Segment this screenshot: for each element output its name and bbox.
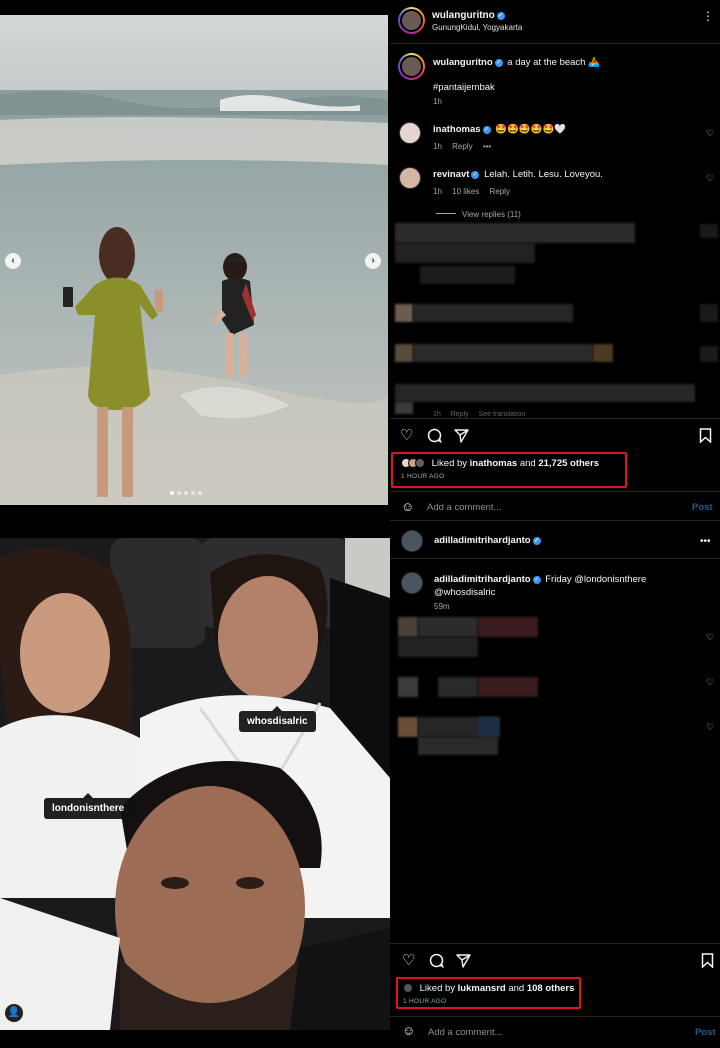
verified-badge-icon: ✓ [482,126,491,134]
comment-text: 🤩🤩🤩🤩🤩🤍 [495,124,567,135]
post2-post-button[interactable]: Post [695,1027,716,1038]
highlight-box [391,452,627,488]
post1-post-button[interactable]: Post [692,502,713,513]
post1-comment-input[interactable]: Add a comment... [427,502,501,513]
view-replies[interactable]: View replies (11) [436,210,521,219]
divider [390,520,720,521]
like-comment-heart-icon[interactable]: ♡ [706,632,714,643]
more-horizontal-icon[interactable]: ••• [483,142,491,151]
beach-photo-illustration [0,15,388,505]
caption-time: 59m [434,602,450,611]
more-vertical-icon[interactable]: ⋮ [702,9,714,24]
comment-meta: 1h Reply ••• [433,142,491,151]
like-comment-heart-icon[interactable]: ♡ [706,677,714,688]
comment-username[interactable]: revinavt [433,169,469,180]
tagged-users-icon[interactable]: 👤 [5,1004,23,1022]
post1-author-avatar[interactable] [398,7,425,34]
prev-slide-arrow-icon[interactable]: ‹ [5,253,21,269]
save-bookmark-icon[interactable] [699,428,712,446]
verified-badge-icon: ✓ [494,59,503,67]
reply-button[interactable]: Reply [452,142,472,151]
post2-author-avatar[interactable] [401,530,423,552]
like-comment-heart-icon[interactable]: ♡ [706,128,714,139]
comment-text: Lelah. Letih. Lesu. Loveyou. [484,169,603,180]
share-paper-plane-icon[interactable] [456,953,471,971]
like-heart-icon[interactable]: ♡ [400,428,413,443]
caption-text: Friday @londonisnthere [545,574,647,585]
more-horizontal-icon[interactable]: ••• [700,534,711,549]
post2-username-text[interactable]: adilladimitrihardjanto [434,535,531,546]
user-tag-whosdisalric[interactable]: whosdisalric [239,706,316,732]
post2-caption: adilladimitrihardjanto ✓ Friday @londonis… [434,574,646,585]
post2-photo[interactable]: whosdisalric londonisnthere [0,538,390,1030]
caption-username[interactable]: adilladimitrihardjanto [434,574,531,585]
verified-badge-icon: ✓ [496,12,505,20]
like-heart-icon[interactable]: ♡ [402,953,415,968]
revinavt-avatar[interactable] [399,167,421,189]
post1-username-text[interactable]: wulanguritno [432,10,495,21]
carousel-dots [170,491,202,495]
comment-username[interactable]: inathomas [433,124,481,135]
post1-photo[interactable]: ‹ › [0,15,388,505]
post2-comment-input[interactable]: Add a comment... [428,1027,502,1038]
like-comment-heart-icon[interactable]: ♡ [706,173,714,184]
caption-author-avatar[interactable] [398,53,425,80]
highlight-box [396,977,581,1009]
caption-mention[interactable]: @whosdisalric [434,587,495,598]
post1-caption: wulanguritno ✓ a day at the beach 🚣 [433,57,600,68]
comment-likes[interactable]: 10 likes [452,187,479,196]
divider [390,558,720,559]
car-selfie-illustration [0,538,390,1030]
verified-badge-icon: ✓ [471,171,480,179]
caption-text: a day at the beach 🚣 [507,57,600,68]
caption-author-avatar[interactable] [401,572,423,594]
comment-time: 1h [433,411,441,418]
next-slide-arrow-icon[interactable]: › [365,253,381,269]
emoji-smiley-icon[interactable]: ☺ [402,1023,415,1038]
comment-bubble-icon[interactable] [429,953,444,971]
verified-badge-icon: ✓ [532,537,541,545]
save-bookmark-icon[interactable] [701,953,714,971]
caption-hashtag[interactable]: #pantaijembak [433,82,495,93]
see-translation-link[interactable]: See translation [479,411,526,418]
verified-badge-icon: ✓ [532,576,541,584]
like-comment-heart-icon[interactable]: ♡ [706,722,714,733]
comment-time: 1h [433,142,442,151]
comment-meta: 1h 10 likes Reply [433,187,510,196]
faded-comment-meta: 1h Reply See translation [433,411,525,418]
divider [390,1016,720,1017]
divider [390,43,720,44]
share-paper-plane-icon[interactable] [454,428,469,446]
post1-header-username[interactable]: wulanguritno ✓ [432,10,507,21]
view-replies-text[interactable]: View replies (11) [462,210,521,219]
divider [390,418,720,419]
reply-button[interactable]: Reply [490,187,510,196]
divider [390,491,720,492]
emoji-smiley-icon[interactable]: ☺ [401,499,414,514]
post2-header-username[interactable]: adilladimitrihardjanto ✓ [434,535,543,546]
reply-button[interactable]: Reply [451,411,469,418]
comment-time: 1h [433,187,442,196]
caption-username[interactable]: wulanguritno [433,57,493,68]
comment-bubble-icon[interactable] [427,428,442,446]
user-tag-londonisnthere[interactable]: londonisnthere [44,793,133,819]
post1-location[interactable]: GunungKidul, Yogyakarta [432,23,522,32]
comment-revinavt: revinavt ✓ Lelah. Letih. Lesu. Loveyou. [433,169,603,180]
comment-inathomas: inathomas ✓ 🤩🤩🤩🤩🤩🤍 [433,124,566,135]
caption-time: 1h [433,97,442,106]
inathomas-avatar[interactable] [399,122,421,144]
divider [390,943,720,944]
